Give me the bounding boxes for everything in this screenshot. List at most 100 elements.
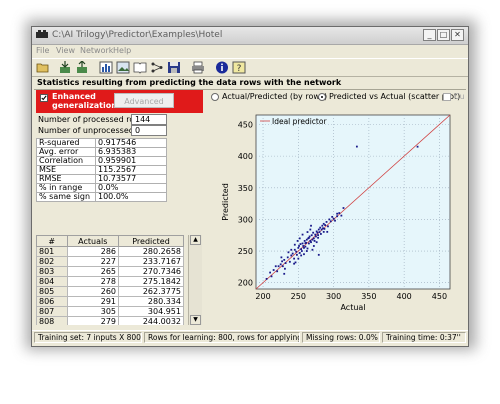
data-point bbox=[338, 212, 341, 214]
predicted-value: 244.0032 bbox=[118, 316, 184, 325]
menu-help[interactable]: Help bbox=[113, 46, 131, 55]
import-icon[interactable] bbox=[58, 61, 72, 74]
menu-bar: File View Network Help bbox=[32, 45, 468, 57]
data-point bbox=[265, 277, 268, 280]
table-row[interactable]: 808 279 244.0032 bbox=[36, 316, 184, 325]
radio-predicted-vs-actual[interactable] bbox=[318, 93, 326, 101]
y-tick-label: 200 bbox=[238, 279, 253, 288]
x-axis-label: Actual bbox=[340, 303, 365, 312]
radio-predicted-vs-actual-label: Predicted vs Actual (scatter plot) bbox=[329, 92, 461, 101]
table-row[interactable]: 803 265 270.7346 bbox=[36, 266, 184, 277]
actual-value: 305 bbox=[66, 306, 120, 317]
data-point bbox=[269, 271, 272, 274]
data-point bbox=[306, 231, 309, 233]
data-point bbox=[281, 260, 284, 263]
data-point bbox=[305, 250, 308, 252]
export-icon[interactable] bbox=[75, 61, 89, 74]
predicted-value: 280.2658 bbox=[118, 246, 184, 257]
chart-icon[interactable] bbox=[99, 61, 113, 74]
data-point bbox=[284, 262, 287, 264]
app-icon bbox=[36, 30, 48, 38]
prediction-table-panel: # Actuals Predicted 801 286 280.2658 802 227… bbox=[36, 235, 203, 325]
table-row[interactable]: 805 260 262.3775 bbox=[36, 286, 184, 297]
actual-value: 279 bbox=[66, 316, 120, 325]
data-point bbox=[304, 245, 307, 248]
book-icon[interactable] bbox=[133, 61, 147, 74]
cu-checkbox[interactable] bbox=[443, 93, 451, 101]
table-scrollbar[interactable]: ▲ ▼ bbox=[188, 235, 202, 325]
data-point bbox=[312, 231, 315, 234]
actual-value: 286 bbox=[66, 246, 120, 257]
data-point bbox=[296, 253, 298, 256]
minimize-button[interactable]: _ bbox=[423, 29, 436, 41]
data-point bbox=[315, 235, 317, 238]
radio-actual-predicted[interactable] bbox=[211, 93, 219, 101]
x-tick-label: 350 bbox=[361, 292, 376, 301]
data-point bbox=[313, 240, 316, 242]
save-icon[interactable] bbox=[167, 61, 181, 74]
table-row[interactable]: 806 291 280.334 bbox=[36, 296, 184, 307]
data-point bbox=[336, 215, 339, 218]
open-folder-icon[interactable] bbox=[36, 61, 50, 74]
scroll-down-icon[interactable]: ▼ bbox=[190, 315, 201, 325]
table-row[interactable]: 807 305 304.951 bbox=[36, 306, 184, 317]
menu-network[interactable]: Network bbox=[80, 46, 113, 55]
table-row[interactable]: 801 286 280.2658 bbox=[36, 246, 184, 257]
x-tick-label: 200 bbox=[255, 292, 270, 301]
title-bar[interactable]: C:\AI Trilogy\Predictor\Examples\Hotel _… bbox=[32, 27, 468, 45]
row-index: 806 bbox=[36, 296, 68, 307]
data-point bbox=[296, 240, 299, 242]
close-button[interactable]: ✕ bbox=[451, 29, 464, 41]
data-point bbox=[298, 245, 300, 247]
legend-label: Ideal predictor bbox=[272, 117, 327, 126]
data-point bbox=[318, 231, 321, 233]
table-row[interactable]: 804 278 275.1842 bbox=[36, 276, 184, 287]
column-header-predicted[interactable]: Predicted bbox=[118, 235, 184, 247]
predicted-value: 304.951 bbox=[118, 306, 184, 317]
data-point bbox=[314, 233, 317, 236]
stat-row: % same sign 100.0% bbox=[36, 192, 167, 202]
data-point bbox=[327, 225, 329, 228]
data-point bbox=[312, 237, 315, 240]
network-icon[interactable] bbox=[150, 61, 164, 74]
stat-value: 100.0% bbox=[95, 192, 167, 202]
data-point bbox=[281, 265, 284, 268]
table-row[interactable]: 802 227 233.7167 bbox=[36, 256, 184, 267]
data-point bbox=[334, 219, 336, 222]
row-index: 804 bbox=[36, 276, 68, 287]
scroll-up-icon[interactable]: ▲ bbox=[190, 235, 201, 245]
help-icon[interactable]: ? bbox=[232, 61, 246, 74]
y-tick-label: 250 bbox=[238, 247, 253, 256]
svg-text:?: ? bbox=[237, 64, 242, 74]
column-header-actuals[interactable]: Actuals bbox=[66, 235, 120, 247]
data-point bbox=[284, 267, 286, 270]
column-header-index[interactable]: # bbox=[36, 235, 68, 247]
menu-file[interactable]: File bbox=[36, 46, 49, 55]
window-title: C:\AI Trilogy\Predictor\Examples\Hotel bbox=[52, 30, 223, 40]
enhanced-generalization-checkbox[interactable] bbox=[40, 94, 48, 102]
data-point bbox=[326, 230, 329, 233]
data-point bbox=[270, 275, 273, 278]
prediction-table: # Actuals Predicted 801 286 280.2658 802 227… bbox=[36, 235, 184, 325]
data-point bbox=[317, 253, 320, 256]
data-point bbox=[324, 224, 327, 226]
data-point bbox=[332, 217, 335, 220]
status-missing-rows: Missing rows: 0.0% bbox=[302, 332, 380, 343]
image-icon[interactable] bbox=[116, 61, 130, 74]
advanced-button[interactable]: Advanced bbox=[114, 93, 174, 108]
info-icon[interactable] bbox=[215, 61, 229, 74]
actual-value: 260 bbox=[66, 286, 120, 297]
data-point bbox=[305, 241, 307, 244]
menu-view[interactable]: View bbox=[56, 46, 75, 55]
data-point bbox=[303, 253, 305, 256]
data-point bbox=[308, 242, 310, 245]
data-point bbox=[340, 214, 343, 217]
data-point bbox=[272, 269, 275, 271]
data-point bbox=[303, 240, 306, 242]
x-tick-label: 300 bbox=[326, 292, 341, 301]
maximize-button[interactable]: □ bbox=[437, 29, 450, 41]
status-training-time: Training time: 0:37'' bbox=[382, 332, 466, 343]
print-icon[interactable] bbox=[191, 61, 205, 74]
y-tick-label: 300 bbox=[238, 215, 253, 224]
data-point bbox=[325, 221, 328, 223]
